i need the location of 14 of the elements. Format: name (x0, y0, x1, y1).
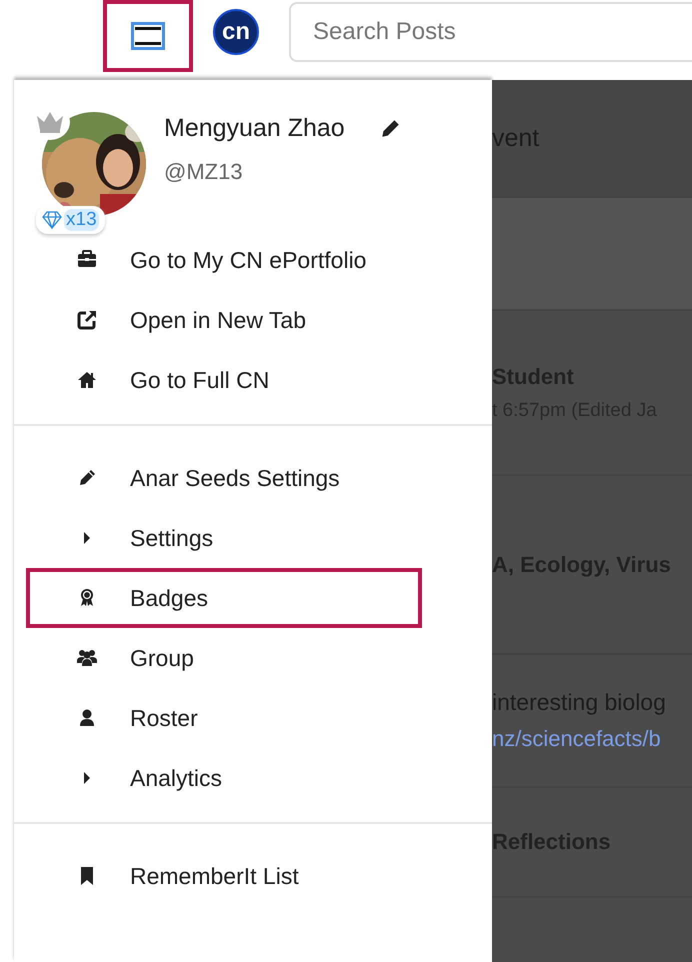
user-name: Mengyuan Zhao (164, 114, 345, 143)
home-icon (77, 370, 97, 390)
person-icon (77, 708, 97, 728)
menu-button[interactable] (103, 0, 193, 72)
group-icon (77, 648, 97, 668)
search-field[interactable]: Search Posts (289, 2, 692, 62)
diamond-icon (42, 211, 62, 229)
menu-item[interactable]: Badges (26, 568, 422, 628)
gem-count-badge: x13 (36, 206, 105, 234)
pencil-icon (77, 468, 97, 488)
user-handle: @MZ13 (164, 159, 244, 185)
external-link-icon (77, 310, 97, 330)
logo[interactable]: cn (213, 9, 259, 55)
briefcase-icon (77, 250, 97, 270)
